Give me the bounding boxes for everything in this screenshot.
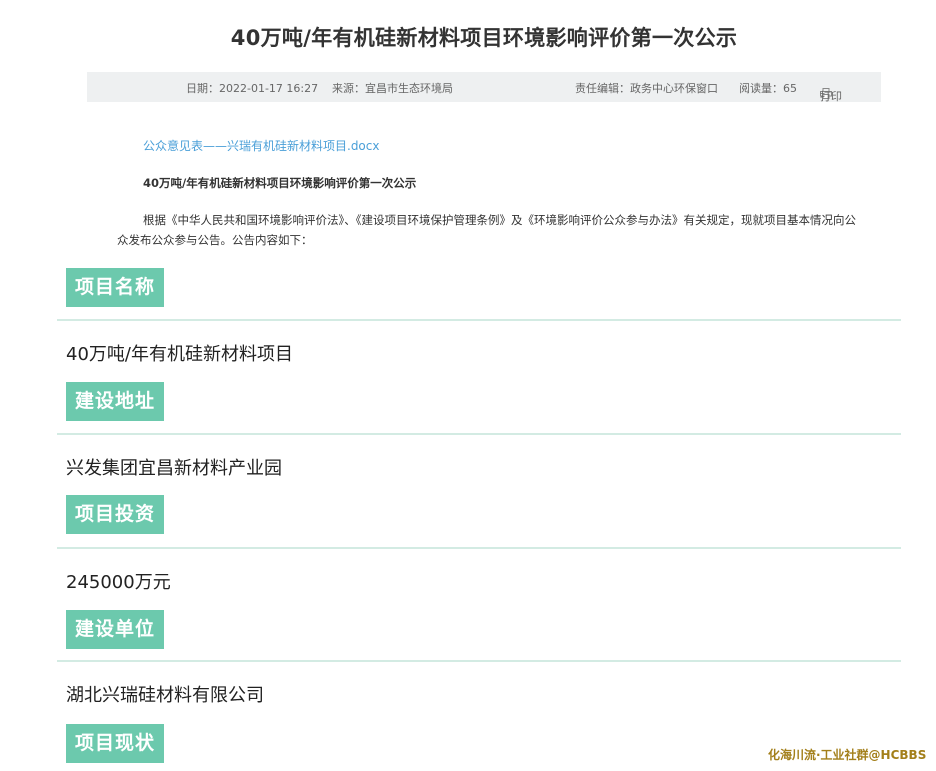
section-value-builder: 湖北兴瑞硅材料有限公司 bbox=[66, 685, 264, 706]
source: 来源：宜昌市生态环境局 bbox=[332, 82, 453, 95]
section-tag-location: 建设地址 bbox=[66, 382, 165, 421]
section-divider bbox=[57, 319, 901, 321]
section-tag-builder: 建设单位 bbox=[66, 610, 165, 649]
responsible-editor: 责任编辑：政务中心环保窗口 bbox=[575, 82, 718, 95]
print-label: 打印 bbox=[820, 90, 842, 103]
section-divider bbox=[57, 433, 901, 435]
notice-subtitle: 40万吨/年有机硅新材料项目环境影响评价第一次公示 bbox=[143, 176, 417, 190]
section-tag-investment: 项目投资 bbox=[66, 495, 165, 534]
section-value-investment: 245000万元 bbox=[66, 572, 171, 593]
attachment-link[interactable]: 公众意见表——兴瑞有机硅新材料项目.docx bbox=[143, 137, 379, 154]
section-value-project-name: 40万吨/年有机硅新材料项目 bbox=[66, 344, 293, 365]
intro-paragraph: 根据《中华人民共和国环境影响评价法》、《建设项目环境保护管理条例》及《环境影响评… bbox=[117, 213, 856, 247]
section-divider bbox=[57, 547, 901, 549]
article-meta-bar: 日期：2022-01-17 16:27 来源：宜昌市生态环境局 责任编辑：政务中… bbox=[87, 72, 881, 103]
view-count: 阅读量：65 bbox=[739, 82, 797, 95]
watermark: 化海川流·工业社群@HCBBS bbox=[768, 748, 927, 762]
section-divider bbox=[57, 660, 901, 662]
page-title: 40万吨/年有机硅新材料项目环境影响评价第一次公示 bbox=[230, 26, 738, 50]
publish-date: 日期：2022-01-17 16:27 bbox=[186, 82, 319, 95]
section-value-location: 兴发集团宜昌新材料产业园 bbox=[66, 458, 282, 479]
section-tag-project-name: 项目名称 bbox=[66, 268, 165, 307]
section-tag-status: 项目现状 bbox=[66, 724, 165, 763]
